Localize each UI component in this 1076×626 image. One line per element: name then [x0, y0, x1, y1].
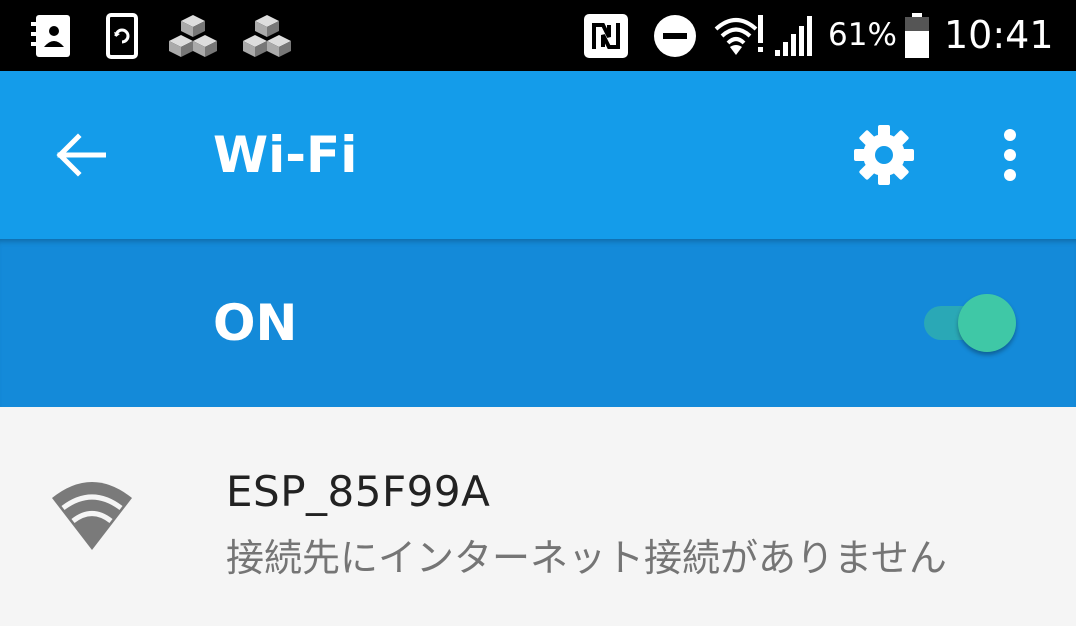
- app-bar: Wi-Fi: [0, 71, 1076, 239]
- do-not-disturb-icon: [652, 0, 698, 71]
- cellular-signal-icon: [772, 0, 818, 71]
- network-list: ESP_85F99A 接続先にインターネット接続がありません: [0, 407, 1076, 626]
- nfc-icon: [582, 0, 630, 71]
- page-title: Wi-Fi: [213, 126, 358, 184]
- wifi-signal-icon: [50, 478, 134, 556]
- toggle-thumb: [958, 294, 1016, 352]
- gear-icon: [854, 125, 914, 185]
- contacts-icon: [28, 0, 74, 71]
- more-options-button[interactable]: [970, 115, 1050, 195]
- wifi-toggle[interactable]: [918, 294, 1028, 354]
- network-item[interactable]: ESP_85F99A 接続先にインターネット接続がありません: [0, 407, 1076, 626]
- clock: 10:41: [944, 13, 1054, 57]
- wifi-alert-icon: [714, 0, 766, 71]
- cubes-icon: [240, 0, 294, 71]
- network-ssid: ESP_85F99A: [226, 467, 491, 516]
- back-button[interactable]: [40, 115, 120, 195]
- battery-icon: [902, 0, 932, 71]
- network-status: 接続先にインターネット接続がありません: [226, 536, 947, 580]
- switch-label: ON: [213, 294, 298, 352]
- wifi-switch-bar[interactable]: ON: [0, 239, 1076, 407]
- more-vert-icon: [1004, 129, 1016, 181]
- settings-button[interactable]: [844, 115, 924, 195]
- arrow-back-icon: [56, 133, 106, 177]
- phone-sync-icon: [104, 0, 140, 71]
- status-bar: 61% 10:41: [0, 0, 1076, 71]
- cubes-icon: [166, 0, 220, 71]
- battery-percent: 61%: [828, 17, 897, 53]
